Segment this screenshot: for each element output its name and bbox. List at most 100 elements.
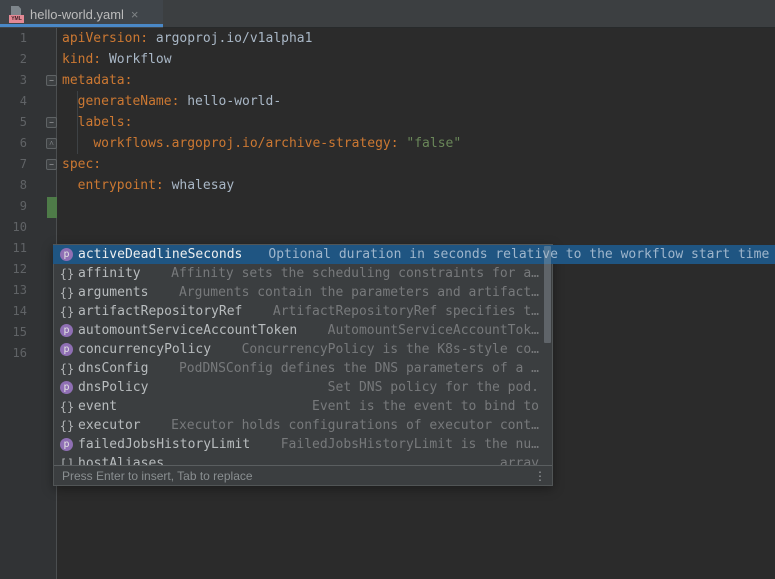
line-number: 15 bbox=[12, 325, 27, 339]
line-number: 2 bbox=[19, 52, 27, 66]
completion-row[interactable]: p concurrencyPolicy ConcurrencyPolicy is t… bbox=[54, 340, 552, 359]
completion-description: Event is the event to bind to bbox=[312, 399, 539, 414]
line-number: 16 bbox=[12, 346, 27, 360]
line-number: 7 bbox=[19, 157, 27, 171]
completion-label: executor bbox=[78, 418, 141, 433]
completion-label: failedJobsHistoryLimit bbox=[78, 437, 251, 452]
line-number: 4 bbox=[19, 94, 27, 108]
completion-row[interactable]: {} dnsConfig PodDNSConfig defines the DNS … bbox=[54, 359, 552, 378]
object-icon: {} bbox=[59, 399, 75, 414]
gutter-row: 1 bbox=[0, 28, 57, 49]
gutter-row: 13 bbox=[0, 280, 57, 301]
editor-gutter: 1 2 3−4 5−6 ˄ 7−8 9 10 11 12 13 14 15 16 bbox=[0, 28, 57, 579]
completion-row[interactable]: p automountServiceAccountToken AutomountSe… bbox=[54, 321, 552, 340]
code-line[interactable]: labels: bbox=[58, 112, 133, 133]
line-number: 12 bbox=[12, 262, 27, 276]
gutter-row: 3− bbox=[0, 70, 57, 91]
completion-label: concurrencyPolicy bbox=[78, 342, 212, 357]
gutter-row: 11 bbox=[0, 238, 57, 259]
property-icon: p bbox=[60, 438, 73, 451]
property-icon: p bbox=[60, 248, 73, 261]
yaml-file-icon: YML bbox=[9, 5, 24, 23]
fold-collapse-icon[interactable]: − bbox=[46, 117, 57, 128]
completion-label: affinity bbox=[78, 266, 141, 281]
gutter-row: 6 ˄ bbox=[0, 133, 57, 154]
completion-description: Executor holds configurations of executo… bbox=[171, 418, 539, 433]
completion-label: artifactRepositoryRef bbox=[78, 304, 243, 319]
code-line[interactable]: apiVersion: argoproj.io/v1alpha1 bbox=[58, 28, 312, 49]
code-line[interactable]: spec: bbox=[58, 154, 101, 175]
gutter-row: 5− bbox=[0, 112, 57, 133]
completion-selected-item[interactable]: p activeDeadlineSeconds Optional duration … bbox=[53, 245, 775, 264]
completion-label: automountServiceAccountToken bbox=[78, 323, 298, 338]
completion-list[interactable]: {} affinity Affinity sets the scheduling c… bbox=[54, 245, 552, 466]
vcs-added-line-marker bbox=[47, 197, 57, 218]
line-number: 5 bbox=[19, 115, 27, 129]
gutter-row: 8 bbox=[0, 175, 57, 196]
code-line[interactable]: generateName: hello-world- bbox=[58, 91, 282, 112]
code-token: Workflow bbox=[101, 52, 172, 67]
code-token: kind: bbox=[62, 52, 102, 67]
hint-text: Press Enter to insert, Tab to replace bbox=[62, 468, 253, 483]
code-token: whalesay bbox=[163, 178, 235, 193]
completion-row[interactable]: {} arguments Arguments contain the paramet… bbox=[54, 283, 552, 302]
completion-description: ArtifactRepositoryRef specifies t… bbox=[272, 304, 539, 319]
code-token: generateName: bbox=[77, 94, 180, 109]
completion-label: activeDeadlineSeconds bbox=[78, 247, 243, 262]
code-line[interactable]: metadata: bbox=[58, 70, 132, 91]
completion-row[interactable]: p failedJobsHistoryLimit FailedJobsHistory… bbox=[54, 435, 552, 454]
fold-collapse-icon[interactable]: − bbox=[46, 75, 57, 86]
code-token: entrypoint: bbox=[77, 178, 164, 193]
fold-collapse-icon[interactable]: − bbox=[46, 159, 57, 170]
fold-end-icon[interactable]: ˄ bbox=[46, 138, 57, 149]
code-line[interactable]: entrypoint: whalesay bbox=[58, 175, 235, 196]
completion-description: PodDNSConfig defines the DNS parameters … bbox=[178, 361, 539, 376]
completion-description: FailedJobsHistoryLimit is the nu… bbox=[280, 437, 539, 452]
property-icon: p bbox=[60, 343, 73, 356]
line-number: 1 bbox=[19, 31, 27, 45]
line-number: 6 bbox=[19, 136, 27, 150]
code-token: metadata: bbox=[62, 73, 133, 88]
editor-tab-bar: YML hello-world.yaml × bbox=[0, 0, 775, 28]
property-icon: p bbox=[60, 324, 73, 337]
editor[interactable]: 1 2 3−4 5−6 ˄ 7−8 9 10 11 12 13 14 15 16 apiVersion: … bbox=[0, 28, 775, 579]
tab-close-icon[interactable]: × bbox=[131, 7, 139, 22]
code-line[interactable]: kind: Workflow bbox=[58, 49, 172, 70]
object-icon: {} bbox=[59, 418, 75, 433]
completion-description: Affinity sets the scheduling constraints… bbox=[171, 266, 539, 281]
gutter-row: 2 bbox=[0, 49, 57, 70]
completion-row[interactable]: {} artifactRepositoryRef ArtifactRepositor… bbox=[54, 302, 552, 321]
gutter-row: 15 bbox=[0, 322, 57, 343]
code-token: spec: bbox=[62, 157, 102, 172]
code-token: labels: bbox=[77, 115, 133, 130]
completion-label: event bbox=[78, 399, 118, 414]
gutter-row: 14 bbox=[0, 301, 57, 322]
completion-hint-bar: Press Enter to insert, Tab to replace ⋮ bbox=[54, 465, 552, 485]
completion-row[interactable]: p dnsPolicy Set DNS policy for the pod. bbox=[54, 378, 552, 397]
completion-row[interactable]: {} event Event is the event to bind to bbox=[54, 397, 552, 416]
code-token: workflows.argoproj.io/archive-strategy: bbox=[93, 136, 399, 151]
completion-label: arguments bbox=[78, 285, 149, 300]
completion-label: dnsConfig bbox=[78, 361, 149, 376]
line-number: 14 bbox=[12, 304, 27, 318]
popup-scrollbar[interactable] bbox=[544, 246, 551, 343]
completion-row[interactable]: {} executor Executor holds configurations … bbox=[54, 416, 552, 435]
line-number: 8 bbox=[19, 178, 27, 192]
object-icon: {} bbox=[59, 285, 75, 300]
line-number: 11 bbox=[12, 241, 27, 255]
completion-label: dnsPolicy bbox=[78, 380, 149, 395]
line-number: 10 bbox=[12, 220, 27, 234]
completion-popup: {} affinity Affinity sets the scheduling c… bbox=[53, 244, 775, 486]
code-line[interactable]: workflows.argoproj.io/archive-strategy: … bbox=[58, 133, 461, 154]
more-options-icon[interactable]: ⋮ bbox=[534, 470, 546, 482]
ide-window: YML hello-world.yaml × 1 2 3−4 5−6 ˄ 7−8 9 10 11… bbox=[0, 0, 775, 579]
completion-row[interactable]: {} affinity Affinity sets the scheduling c… bbox=[54, 264, 552, 283]
completion-description: Set DNS policy for the pod. bbox=[327, 380, 539, 395]
gutter-row: 4 bbox=[0, 91, 57, 112]
completion-description: Optional duration in seconds relative to… bbox=[268, 247, 770, 262]
gutter-row: 10 bbox=[0, 217, 57, 238]
indent-guide bbox=[77, 91, 78, 154]
property-icon: p bbox=[60, 381, 73, 394]
